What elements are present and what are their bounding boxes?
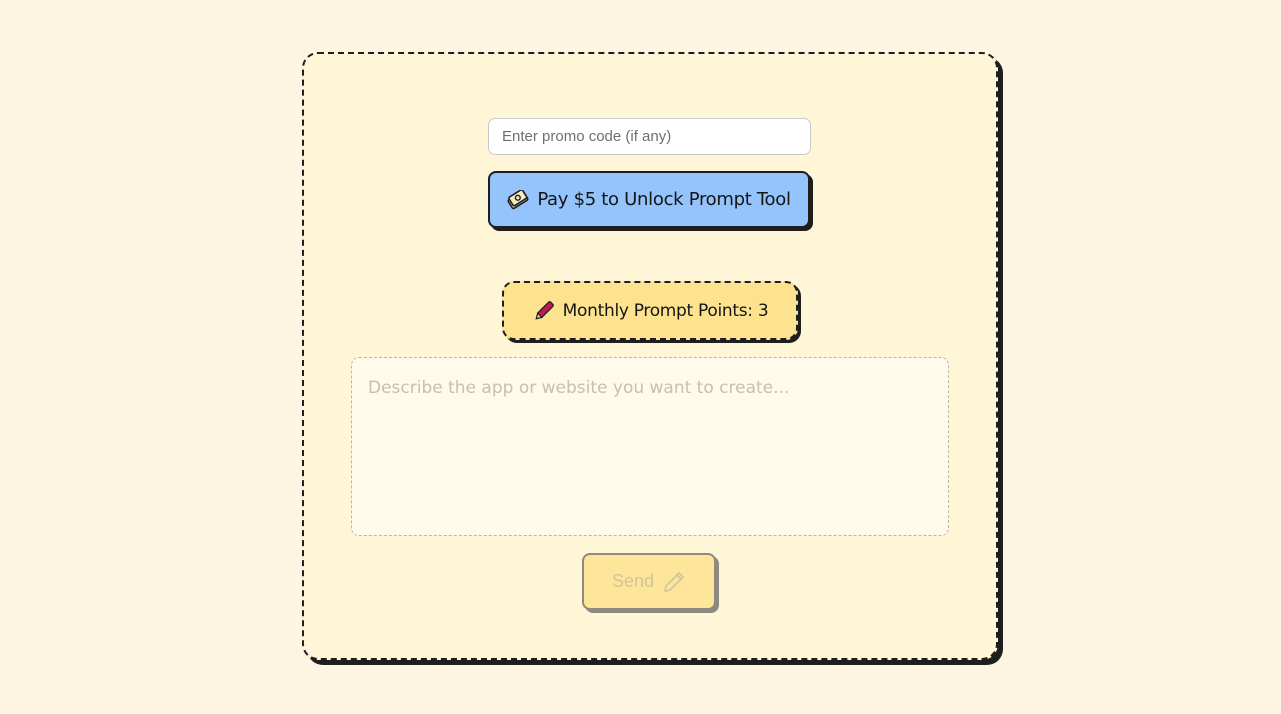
pencil-icon bbox=[532, 299, 556, 323]
send-button-label: Send bbox=[611, 571, 655, 591]
pencil-outline-icon bbox=[662, 570, 686, 594]
promo-code-input[interactable] bbox=[488, 118, 811, 155]
pay-unlock-button[interactable]: Pay $5 to Unlock Prompt Tool bbox=[488, 171, 810, 228]
money-icon bbox=[507, 189, 529, 210]
pay-button-label: Pay $5 to Unlock Prompt Tool bbox=[537, 189, 791, 210]
prompt-points-badge: Monthly Prompt Points: 3 bbox=[502, 281, 798, 340]
send-button[interactable]: Send bbox=[582, 553, 716, 610]
prompt-textarea[interactable] bbox=[351, 357, 949, 536]
prompt-points-label: Monthly Prompt Points: 3 bbox=[562, 300, 769, 321]
